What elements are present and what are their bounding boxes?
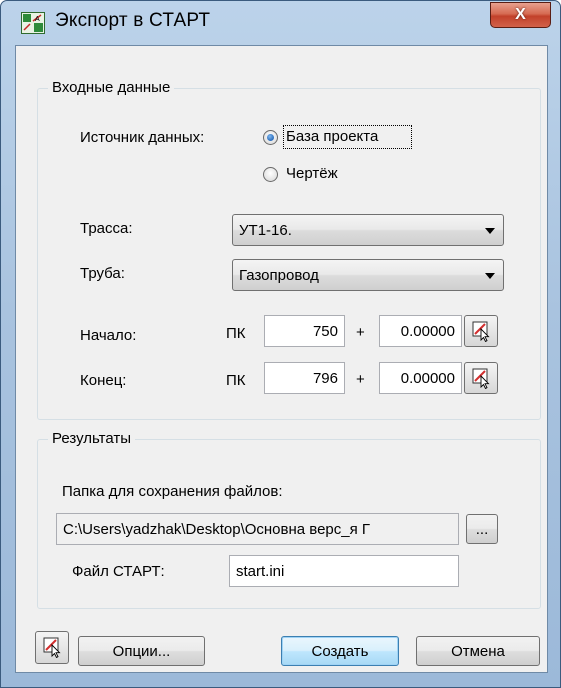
dialog-window: A Экспорт в СТАРТ X Входные данные Источ… xyxy=(0,0,561,688)
output-folder-label: Папка для сохранения файлов: xyxy=(62,483,283,500)
start-offset-input[interactable] xyxy=(379,315,462,347)
chevron-down-icon xyxy=(485,273,495,279)
end-pk-label: ПК xyxy=(226,372,246,389)
radio-drawing-label[interactable]: Чертёж xyxy=(286,165,338,182)
pipe-dropdown-value: Газопровод xyxy=(239,267,319,284)
results-group: Результаты Папка для сохранения файлов: … xyxy=(37,430,541,609)
results-group-title: Результаты xyxy=(48,430,135,447)
start-pk-label: ПК xyxy=(226,325,246,342)
cancel-button[interactable]: Отмена xyxy=(416,636,540,666)
title-bar[interactable]: A Экспорт в СТАРТ X xyxy=(1,1,560,41)
route-dropdown-value: УТ1-16. xyxy=(239,222,292,239)
chevron-down-icon xyxy=(485,228,495,234)
radio-project-database[interactable] xyxy=(263,130,278,145)
route-label: Трасса: xyxy=(80,220,133,237)
create-button[interactable]: Создать xyxy=(281,636,399,666)
window-title: Экспорт в СТАРТ xyxy=(55,10,211,31)
pick-point-icon xyxy=(43,637,61,658)
input-data-group-title: Входные данные xyxy=(48,79,175,96)
input-data-group: Входные данные Источник данных: База про… xyxy=(37,79,541,420)
start-file-input[interactable] xyxy=(229,555,459,587)
close-icon: X xyxy=(515,6,526,23)
end-pk-input[interactable] xyxy=(264,362,345,394)
data-source-label: Источник данных: xyxy=(80,129,205,146)
start-file-label: Файл СТАРТ: xyxy=(72,563,165,580)
end-label: Конец: xyxy=(80,372,127,389)
start-plus-label: + xyxy=(356,324,365,341)
close-button[interactable]: X xyxy=(490,2,551,28)
svg-text:A: A xyxy=(35,16,40,23)
pipe-label: Труба: xyxy=(80,265,125,282)
pick-object-button[interactable] xyxy=(35,631,69,664)
start-pk-input[interactable] xyxy=(264,315,345,347)
radio-project-database-label[interactable]: База проекта xyxy=(286,128,378,145)
browse-folder-button[interactable]: ... xyxy=(466,514,498,544)
app-icon: A xyxy=(21,12,45,34)
pipe-dropdown[interactable]: Газопровод xyxy=(232,259,504,291)
pick-point-icon xyxy=(472,368,490,389)
dialog-client-area: Входные данные Источник данных: База про… xyxy=(15,45,548,673)
end-offset-input[interactable] xyxy=(379,362,462,394)
radio-drawing[interactable] xyxy=(263,167,278,182)
end-plus-label: + xyxy=(356,371,365,388)
pick-point-icon xyxy=(472,321,490,342)
route-dropdown[interactable]: УТ1-16. xyxy=(232,214,504,246)
output-folder-input[interactable] xyxy=(56,513,459,545)
pick-start-button[interactable] xyxy=(464,315,498,347)
options-button[interactable]: Опции... xyxy=(78,636,205,666)
pick-end-button[interactable] xyxy=(464,362,498,394)
start-label: Начало: xyxy=(80,327,137,344)
